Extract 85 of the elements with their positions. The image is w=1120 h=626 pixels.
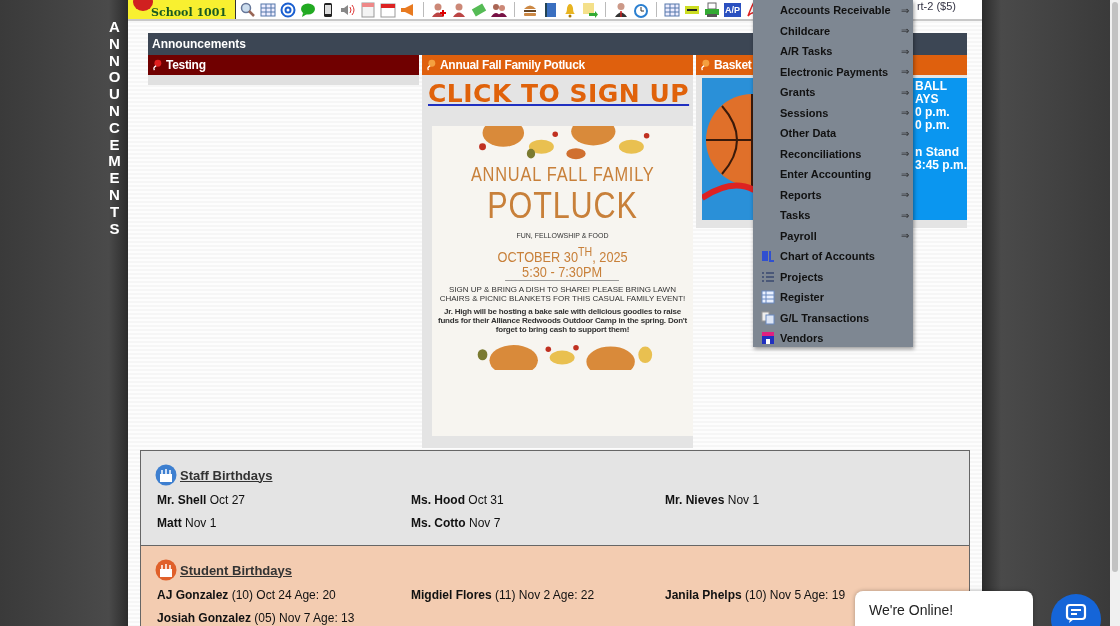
birthday-entry: Ms. Cotto Nov 7 xyxy=(411,515,502,532)
flyer-text: 3:45 p.m. xyxy=(915,159,968,172)
page-icon[interactable] xyxy=(360,1,376,18)
submenu-arrow: ⇒ xyxy=(901,66,909,78)
flyer-text: 0 p.m. xyxy=(915,106,950,119)
scrollbar-thumb[interactable] xyxy=(1112,2,1118,572)
table-icon xyxy=(761,290,775,304)
scrollbar[interactable] xyxy=(1110,0,1120,626)
announcement-title: Basket xyxy=(714,58,752,72)
cake-icon xyxy=(155,464,177,486)
sign-up-link[interactable]: CLICK TO SIGN UP xyxy=(428,79,690,108)
announcement-title: Testing xyxy=(166,58,206,72)
calendar-icon[interactable] xyxy=(380,1,396,18)
birthday-entry: Mr. Shell Oct 27 xyxy=(157,492,247,509)
flyer-time: 5:30 - 7:30PM xyxy=(505,264,620,281)
birthday-entry: AJ Gonzalez (10) Oct 24 Age: 20 xyxy=(157,587,337,604)
menu-item[interactable]: Reports ⇒ xyxy=(753,184,913,205)
menu-item[interactable]: Register xyxy=(753,287,913,308)
birthday-entry: Janila Phelps (10) Nov 5 Age: 19 xyxy=(665,587,847,604)
flyer-note: Jr. High will be hosting a bake sale with delicious goodies to raise funds for their Alliance Redwoods Outdoor Camp in the spring. Don't forget to bring cash to support them! xyxy=(436,307,689,334)
menu-item[interactable]: Chart of Accounts xyxy=(753,246,913,267)
person-icon[interactable] xyxy=(451,1,467,18)
menu-item[interactable]: G/L Transactions xyxy=(753,307,913,328)
pushpin-icon xyxy=(699,59,711,71)
menu-item[interactable]: Grants ⇒ xyxy=(753,82,913,103)
flyer-title: POTLUCK xyxy=(487,186,638,226)
chat-bubble[interactable]: We're Online! xyxy=(855,591,1033,626)
submenu-arrow: ⇒ xyxy=(901,148,909,160)
megaphone-icon[interactable] xyxy=(400,1,416,18)
flyer-invitation: SIGN UP & BRING A DISH TO SHARE! PLEASE BRING LAWN CHAIRS & PICNIC BLANKETS FOR THIS CASUAL FAMILY EVENT! xyxy=(438,285,687,303)
flyer-text: n Stand xyxy=(915,146,959,159)
menu-item[interactable]: Reconciliations ⇒ xyxy=(753,143,913,164)
book-icon[interactable] xyxy=(542,1,558,18)
menu-item[interactable]: Other Data ⇒ xyxy=(753,123,913,144)
submenu-arrow: ⇒ xyxy=(901,86,909,98)
person-plus-icon[interactable] xyxy=(431,1,447,18)
birthday-entry: Migdiel Flores (11) Nov 2 Age: 22 xyxy=(411,587,596,604)
chat-icon xyxy=(1065,602,1087,624)
submenu-arrow: ⇒ xyxy=(901,230,909,242)
storefront-icon xyxy=(761,331,775,345)
birthday-entry: Matt Nov 1 xyxy=(157,515,218,532)
menu-item[interactable]: Sessions ⇒ xyxy=(753,102,913,123)
submenu-arrow: ⇒ xyxy=(901,127,909,139)
note-arrow-icon[interactable] xyxy=(582,1,598,18)
birthdays-link[interactable]: Staff Birthdays xyxy=(180,467,273,483)
alarm-clock-icon[interactable] xyxy=(633,1,649,18)
person-suit-icon[interactable] xyxy=(613,1,629,18)
sidebar-title: ANNOUNCEMENTS xyxy=(107,19,122,238)
ledger-icon xyxy=(761,249,775,263)
flyer-text: AYS xyxy=(915,93,939,106)
birthday-entry: Josiah Gonzalez (05) Nov 7 Age: 13 xyxy=(157,610,356,626)
submenu-arrow: ⇒ xyxy=(901,45,909,57)
flyer-heading: ANNUAL FALL FAMILY xyxy=(470,162,655,186)
logo[interactable]: School 1001 xyxy=(128,0,236,19)
submenu-arrow: ⇒ xyxy=(901,209,909,221)
documents-icon xyxy=(761,310,775,325)
cake-icon xyxy=(155,559,177,581)
menu-item[interactable]: Payroll ⇒ xyxy=(753,225,913,246)
menu-item[interactable]: Enter Accounting ⇒ xyxy=(753,164,913,185)
menu-item[interactable]: Tasks ⇒ xyxy=(753,205,913,226)
submenu-arrow: ⇒ xyxy=(901,4,909,16)
pushpin-icon xyxy=(151,59,163,71)
menu-item[interactable]: Accounts Receivable ⇒ xyxy=(753,0,913,21)
list-icon xyxy=(761,269,775,284)
submenu-arrow: ⇒ xyxy=(901,168,909,180)
account-balance[interactable]: rt-2 ($5) xyxy=(916,0,956,12)
birthdays-link[interactable]: Student Birthdays xyxy=(180,562,292,578)
calendar-grid-icon[interactable] xyxy=(260,1,276,18)
flyer-text: 0 p.m. xyxy=(915,119,950,132)
flyer-text: BALL xyxy=(915,80,947,93)
school-name: School 1001 xyxy=(151,6,227,19)
search-icon[interactable] xyxy=(240,1,256,18)
menu-item[interactable]: Vendors xyxy=(753,328,913,349)
submenu-arrow: ⇒ xyxy=(901,189,909,201)
birthday-entry: Mr. Nieves Nov 1 xyxy=(665,492,761,509)
pushpin-icon xyxy=(425,59,437,71)
ap-toolbar-button[interactable]: A/P xyxy=(724,2,741,17)
submenu-arrow: ⇒ xyxy=(901,107,909,119)
menu-item[interactable]: Electronic Payments ⇒ xyxy=(753,61,913,82)
birthday-entry: Ms. Hood Oct 31 xyxy=(411,492,505,509)
menu-item[interactable]: Projects xyxy=(753,266,913,287)
flyer-date: OCTOBER 30$^{TH}$, 2025 xyxy=(497,245,628,264)
people-icon[interactable] xyxy=(491,1,507,18)
printer-icon[interactable] xyxy=(704,1,720,18)
announcement-title: Annual Fall Family Potluck xyxy=(440,58,585,72)
